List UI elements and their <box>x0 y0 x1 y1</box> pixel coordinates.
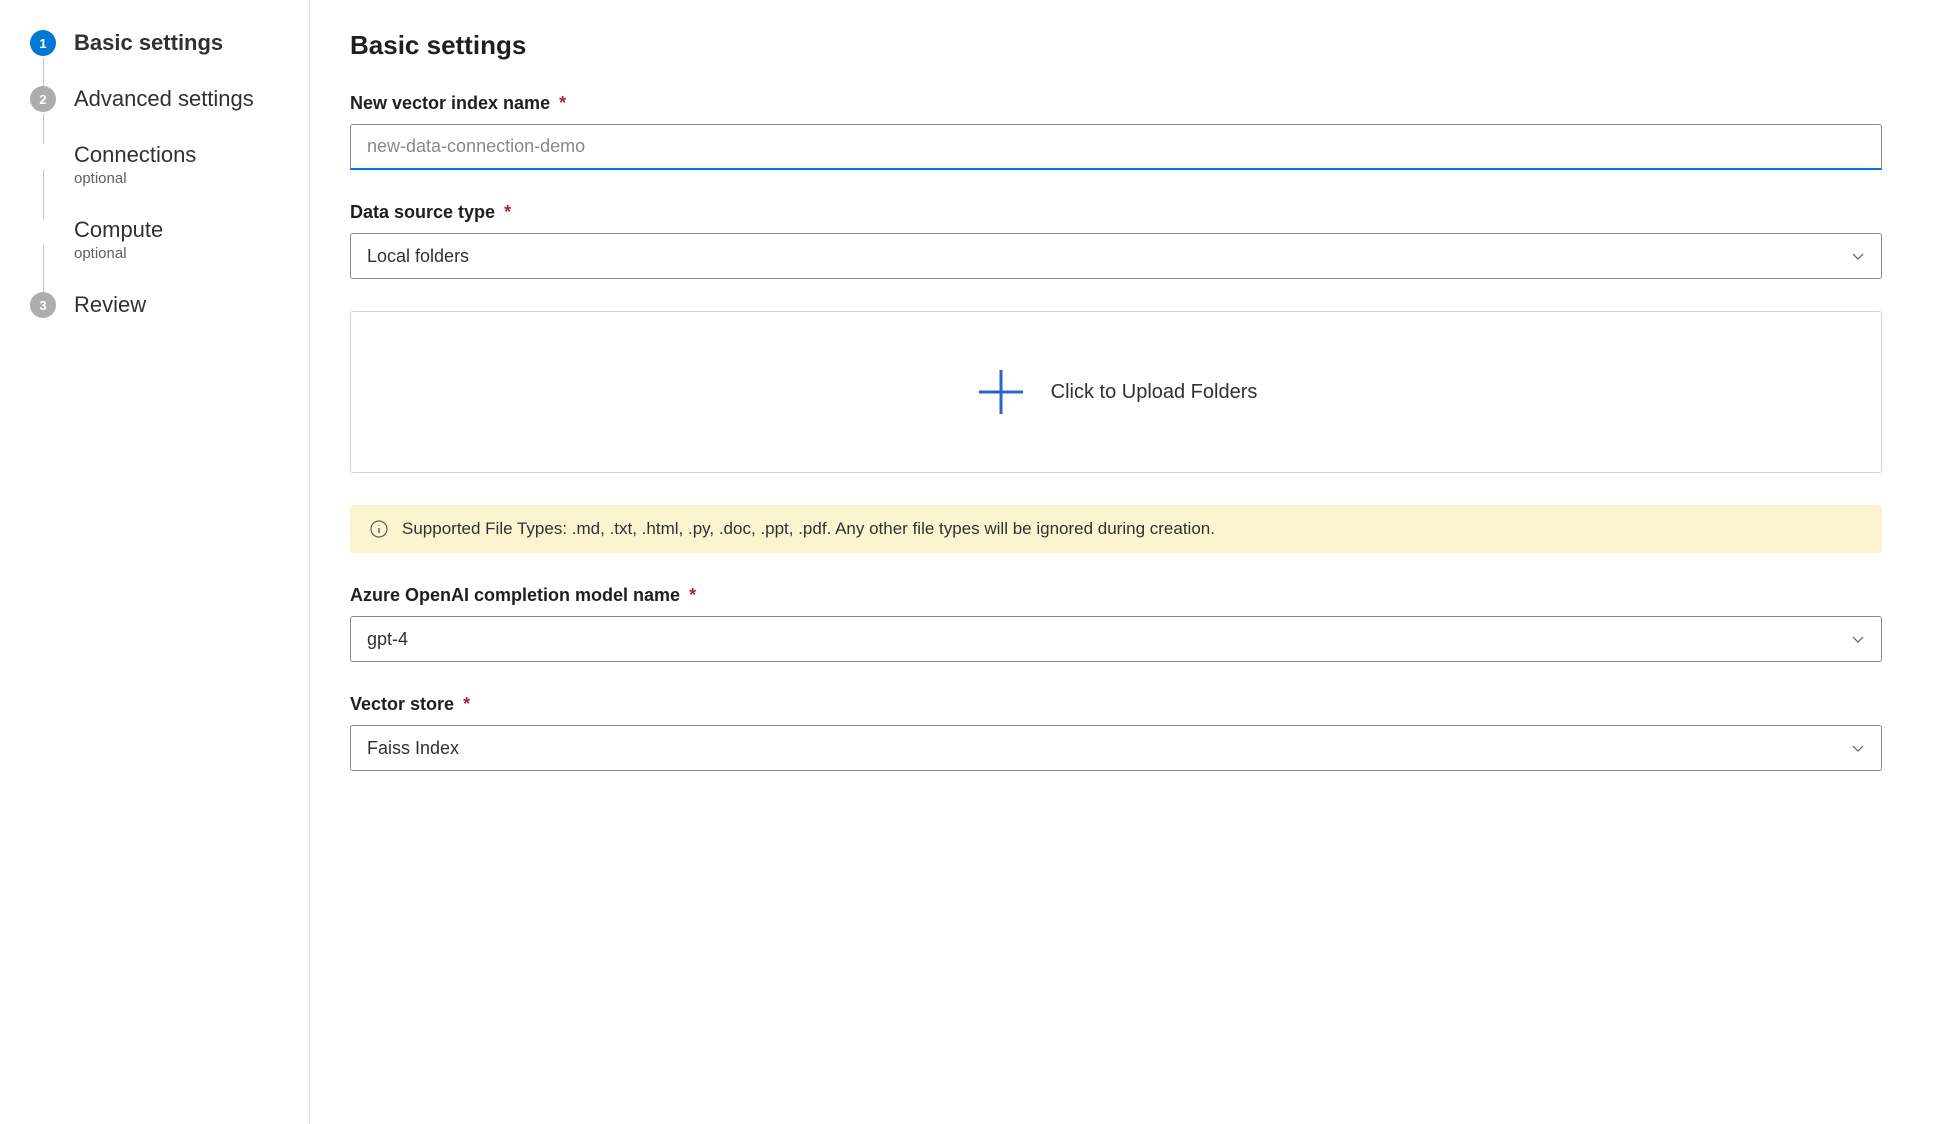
step-advanced-settings[interactable]: 2 Advanced settings <box>30 86 289 142</box>
vector-store-select[interactable]: Faiss Index <box>350 725 1882 771</box>
step-number-badge: 1 <box>30 30 56 56</box>
substep-compute[interactable]: Compute optional <box>30 217 289 292</box>
substep-sublabel: optional <box>74 170 196 187</box>
required-indicator: * <box>504 202 511 222</box>
field-upload: Click to Upload Folders <box>350 311 1882 473</box>
page-title: Basic settings <box>350 30 1882 61</box>
step-connector <box>43 245 44 294</box>
step-label: Advanced settings <box>74 86 254 112</box>
wizard-sidebar: 1 Basic settings 2 Advanced settings Con… <box>0 0 310 1124</box>
info-text: Supported File Types: .md, .txt, .html, … <box>402 519 1215 539</box>
plus-icon <box>975 366 1027 418</box>
step-number-badge: 2 <box>30 86 56 112</box>
chevron-down-icon <box>1851 249 1865 263</box>
field-data-source: Data source type * Local folders <box>350 202 1882 279</box>
required-indicator: * <box>689 585 696 605</box>
step-number-badge: 3 <box>30 292 56 318</box>
field-label: Azure OpenAI completion model name * <box>350 585 1882 606</box>
substep-label: Connections <box>74 142 196 168</box>
info-banner: Supported File Types: .md, .txt, .html, … <box>350 505 1882 553</box>
chevron-down-icon <box>1851 741 1865 755</box>
step-connector <box>43 170 44 219</box>
substep-sublabel: optional <box>74 245 163 262</box>
step-label: Basic settings <box>74 30 223 56</box>
step-connector <box>43 58 44 88</box>
upload-folders-zone[interactable]: Click to Upload Folders <box>350 311 1882 473</box>
field-label: Data source type * <box>350 202 1882 223</box>
field-vector-store: Vector store * Faiss Index <box>350 694 1882 771</box>
upload-text: Click to Upload Folders <box>1051 381 1258 404</box>
main-content: Basic settings New vector index name * D… <box>310 0 1942 1124</box>
field-index-name: New vector index name * <box>350 93 1882 170</box>
step-list: 1 Basic settings 2 Advanced settings Con… <box>30 30 289 348</box>
data-source-type-select[interactable]: Local folders <box>350 233 1882 279</box>
step-label: Review <box>74 292 146 318</box>
substep-connections[interactable]: Connections optional <box>30 142 289 217</box>
substep-label: Compute <box>74 217 163 243</box>
completion-model-select[interactable]: gpt-4 <box>350 616 1882 662</box>
field-completion-model: Azure OpenAI completion model name * gpt… <box>350 585 1882 662</box>
step-basic-settings[interactable]: 1 Basic settings <box>30 30 289 86</box>
required-indicator: * <box>463 694 470 714</box>
step-review[interactable]: 3 Review <box>30 292 289 348</box>
select-value: Faiss Index <box>367 738 459 759</box>
select-value: gpt-4 <box>367 629 408 650</box>
field-label: New vector index name * <box>350 93 1882 114</box>
vector-index-name-input[interactable] <box>350 124 1882 170</box>
required-indicator: * <box>559 93 566 113</box>
step-connector <box>43 114 44 144</box>
info-icon <box>370 520 388 538</box>
field-label: Vector store * <box>350 694 1882 715</box>
select-value: Local folders <box>367 246 469 267</box>
chevron-down-icon <box>1851 632 1865 646</box>
